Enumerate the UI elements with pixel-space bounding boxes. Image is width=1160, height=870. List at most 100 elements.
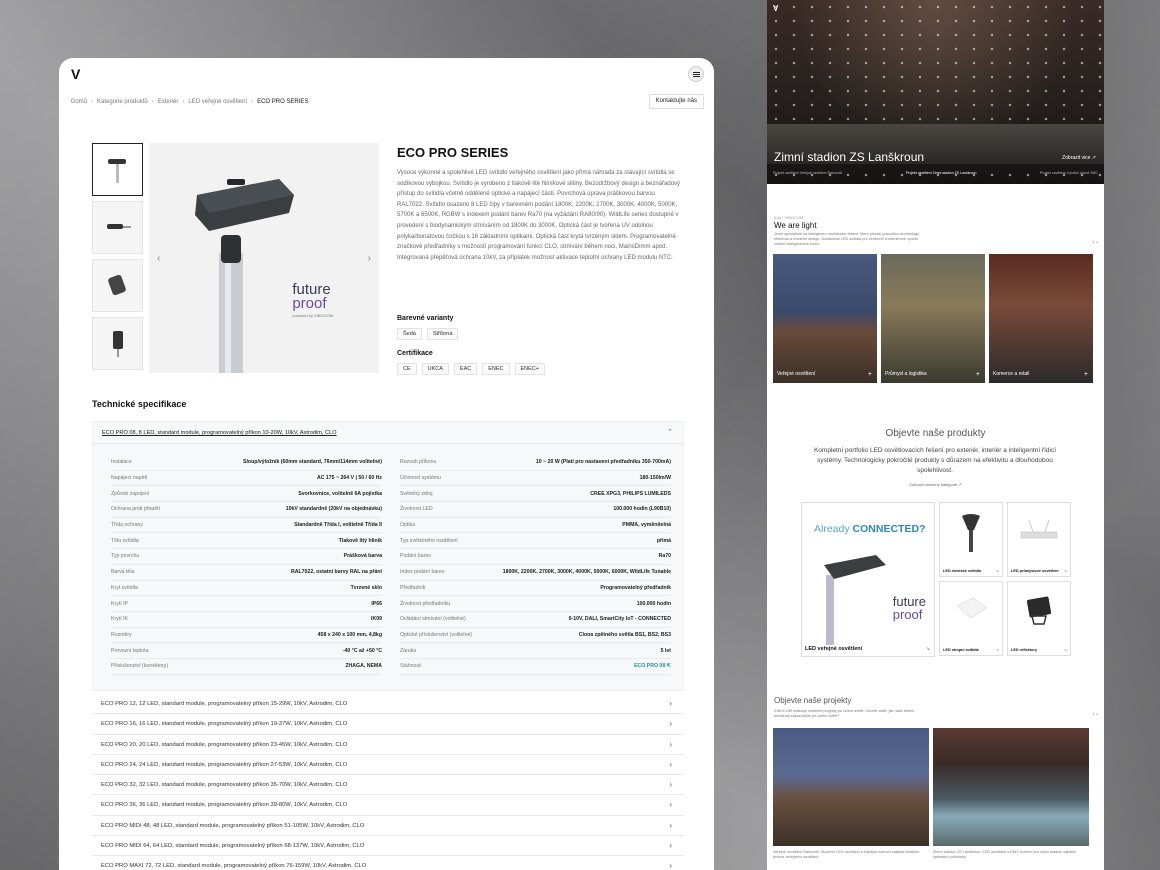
spec-row: Typ povrchu Prášková barva [111, 549, 382, 565]
spec-value: IK09 [371, 616, 382, 623]
variant-accordion-row[interactable]: ECO PRO 32, 32 LED, standard module, pro… [92, 775, 684, 796]
product-main-image: ‹ › future proof powered by VIBOCOM [149, 143, 379, 373]
breadcrumb-home[interactable]: Domů [71, 99, 87, 105]
hero-tab[interactable]: Projekt osvětlení Výrobní závod SMC [1040, 171, 1098, 175]
spec-key: Stáhnout [400, 663, 421, 670]
variant-accordion-row[interactable]: ECO PRO 36, 36 LED, standard module, pro… [92, 795, 684, 816]
hero-logo[interactable]: V [773, 4, 778, 13]
variant-chip-grey[interactable]: Šedá [397, 328, 422, 340]
spec-row: Příslušenství (konektory) ZHAGA, NEMA [111, 659, 382, 675]
product-tile-label: LED stropní svítidla [943, 648, 979, 652]
spec-key: Předřadník [400, 584, 426, 591]
variant-row-label: ECO PRO 32, 32 LED, standard module, pro… [101, 782, 348, 789]
plus-icon: + [975, 371, 980, 378]
spec-row: Index podání barev 1800K, 2200K, 2700K, 3… [400, 565, 671, 581]
spec-value: Sloup/výložník (60mm standard, 76mm/114m… [243, 459, 382, 466]
spec-key: Podání barev [400, 553, 431, 560]
segment-card-label: Komerce a retail [993, 371, 1030, 377]
variant-row-label: ECO PRO 24, 24 LED, standard module, pro… [101, 761, 348, 768]
spec-accordion-header[interactable]: ECO PRO 08, 8 LED, standard module, prog… [93, 422, 683, 444]
product-tiles-grid: LED městské svítidlo ↘ LED průmyslové osv… [939, 502, 1071, 656]
spec-value: 5 let [660, 647, 671, 654]
spec-value: Ra70 [658, 553, 671, 560]
variant-chip-silver[interactable]: Stříbrná [426, 328, 459, 340]
variant-accordion-row[interactable]: ECO PRO MIDI 48, 48 LED, standard module… [92, 816, 684, 837]
product-tile-industrial[interactable]: LED průmyslové osvětlení ↘ [1007, 502, 1071, 577]
spec-value: IP66 [371, 600, 382, 607]
hamburger-menu-button[interactable] [688, 66, 704, 82]
spec-value: 100.000 hodin [636, 600, 671, 607]
chevron-right-icon: › [669, 861, 672, 870]
project-card-lanskroun[interactable] [933, 728, 1089, 846]
product-tile-label: LED veřejné osvětlení [805, 646, 863, 652]
spec-value: Standardně Třída I, volitelně Třída II [294, 522, 382, 529]
homepage-window: V Zimní stadion ZS Lanškroun Zobrazit vi… [767, 0, 1104, 870]
variant-accordion-row[interactable]: ECO PRO 16, 16 LED, standard module, pro… [92, 714, 684, 735]
spec-value: Prášková barva [343, 553, 382, 560]
variant-accordion-row[interactable]: ECO PRO 24, 24 LED, standard module, pro… [92, 755, 684, 776]
variant-accordion-row[interactable]: ECO PRO 20, 20 LED, standard module, pro… [92, 735, 684, 755]
segment-cards: Veřejné osvětlení + Průmysl a logistika … [773, 254, 1093, 383]
spec-row: Světelný zdroj CREE XPG3, PHILIPS LUMILED… [400, 486, 671, 503]
products-all-link[interactable]: Zobrazit všechny kategorie ↗ [767, 482, 1104, 487]
certifications-title: Certifikace [397, 350, 433, 357]
product-tile-ceiling[interactable]: LED stropní svítidla ↘ [939, 581, 1003, 656]
chevron-right-icon: › [669, 820, 672, 830]
city-luminaire-icon [962, 514, 980, 553]
spec-row: Ovládání stmívání (volitelné) 0-10V, DALI… [400, 612, 671, 628]
about-text: Jsme specialisté na inteligentní osvětlo… [774, 232, 920, 246]
breadcrumb-categories[interactable]: Kategorie produktů [97, 99, 148, 105]
spec-value: 100.000 hodin (L90B10) [613, 506, 671, 513]
hero-tab-active[interactable]: Projekt osvětlení Zimní stadion ZS Lanšk… [906, 171, 977, 175]
chevron-right-icon: › [669, 841, 672, 851]
spec-value: CREE XPG3, PHILIPS LUMILEDS [590, 490, 671, 497]
hero-more-link[interactable]: Zobrazit vice ↗ [1062, 155, 1096, 161]
variant-accordion-row[interactable]: ECO PRO 12, 12 LED, standard module, pro… [92, 694, 684, 715]
breadcrumb-exterior[interactable]: Exteriér [158, 99, 179, 105]
carousel-nav-icon[interactable]: ‹ › [1092, 240, 1098, 246]
product-tile-city[interactable]: LED městské svítidlo ↘ [939, 502, 1003, 577]
cert-chip: ENEC+ [514, 363, 546, 375]
thumbnail-4[interactable] [92, 317, 143, 370]
hero-title: Zimní stadion ZS Lanškroun [774, 150, 925, 164]
chevron-right-icon: › [669, 800, 672, 810]
project-card-rakovnik[interactable] [773, 728, 929, 846]
products-title: Objevte naše produkty [885, 428, 986, 439]
hero-tab[interactable]: Projekt osvětlení Veřejné osvětlení Rako… [773, 171, 842, 175]
cert-chip: UKCA [421, 363, 449, 375]
thumbnail-3[interactable] [92, 259, 143, 312]
spec-value: -40 °C až +50 °C [342, 647, 382, 654]
spec-row: Provozní teplota -40 °C až +50 °C [111, 643, 382, 659]
spec-value: 458 x 240 x 100 mm, 4,8kg [317, 631, 382, 638]
product-tile-street[interactable]: Already CONNECTED? future proof LED veřej… [801, 502, 935, 657]
segment-card-industry[interactable]: Průmysl a logistika + [881, 254, 985, 383]
site-header: V [59, 58, 714, 88]
segment-card-public[interactable]: Veřejné osvětlení + [773, 254, 877, 383]
spec-row: Barva těla RAL7022, ostatní barvy RAL na … [111, 565, 382, 581]
spec-key: Rozměry [111, 631, 132, 638]
variant-accordion-row[interactable]: ECO PRO MIDI 64, 64 LED, standard module… [92, 836, 684, 857]
breadcrumb: Domů › Kategorie produktů › Exteriér › LED … [71, 99, 309, 105]
spec-value: Programovatelný předřadník [600, 584, 671, 591]
segment-card-retail[interactable]: Komerce a retail + [989, 254, 1093, 383]
variant-row-label: ECO PRO 16, 16 LED, standard module, pro… [101, 721, 348, 728]
variant-accordion-row[interactable]: ECO PRO MAXI 72, 72 LED, standard module… [92, 856, 684, 870]
spec-row: Krytí IK IK09 [111, 612, 382, 628]
thumbnail-2[interactable] [92, 201, 143, 254]
luminaire-thumbnail-icon [107, 158, 126, 183]
spec-value: 0-10V, DALI, SmartCity IoT - CONNECTED [568, 616, 671, 623]
brand-logo[interactable]: V [71, 66, 80, 82]
projects-carousel-nav-icon[interactable]: ‹ › [1092, 712, 1098, 718]
segment-card-label: Průmysl a logistika [885, 371, 927, 377]
spec-accordion-open: ECO PRO 08, 8 LED, standard module, prog… [92, 421, 684, 691]
variant-row-label: ECO PRO 12, 12 LED, standard module, pro… [101, 701, 348, 707]
spec-key: Optika [400, 522, 415, 529]
spec-row: Rozměry 458 x 240 x 100 mm, 4,8kg [111, 628, 382, 644]
breadcrumb-street-lighting[interactable]: LED veřejné osvětlení [188, 99, 247, 105]
spec-key: Krytí IK [111, 616, 129, 623]
thumbnail-1[interactable] [92, 143, 143, 196]
spec-value: Tlakově litý hliník [338, 537, 382, 544]
contact-button[interactable]: Kontaktujte nás [648, 94, 704, 109]
product-tile-floodlight[interactable]: LED reflektory ↘ [1007, 581, 1071, 656]
download-link[interactable]: ECO PRO 08 ⇱ [634, 663, 671, 669]
